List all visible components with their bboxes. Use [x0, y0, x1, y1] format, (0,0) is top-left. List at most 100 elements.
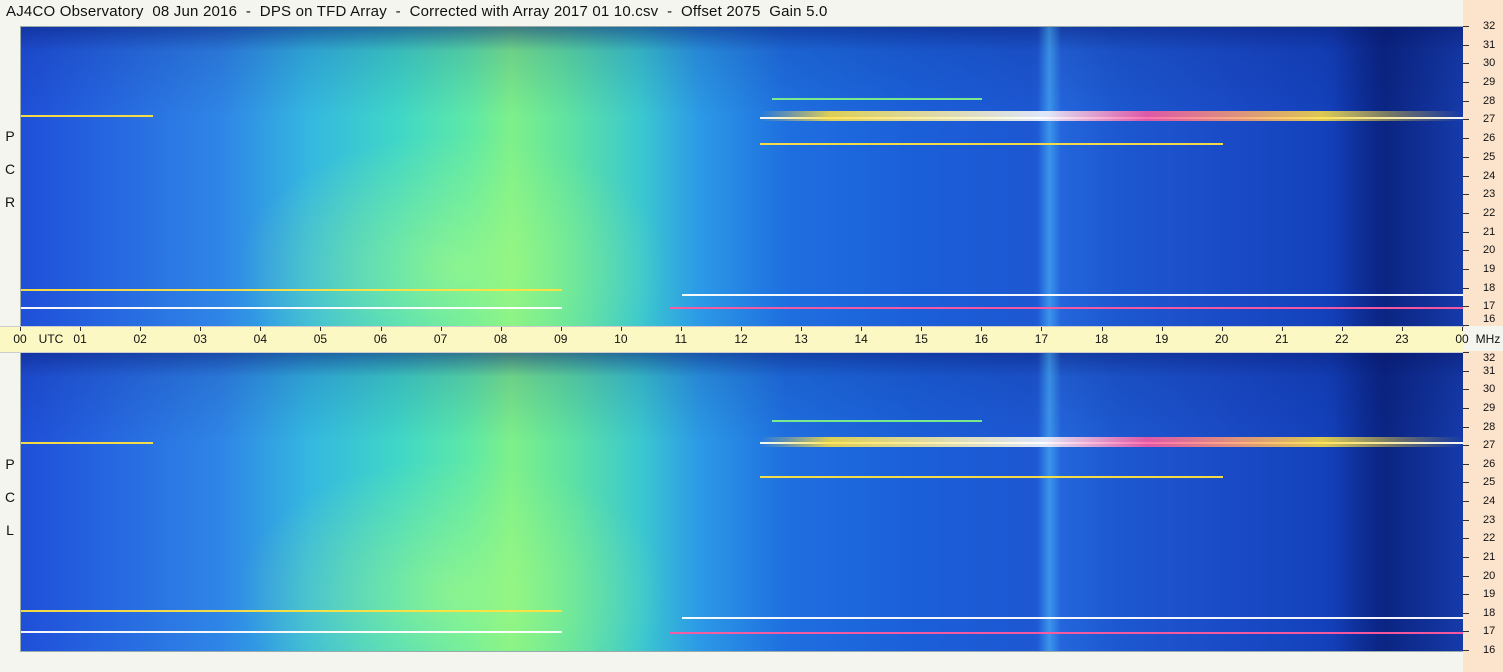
hour-tick — [260, 327, 262, 331]
hour-tick-label: 03 — [193, 332, 207, 346]
freq-tick — [1463, 370, 1469, 372]
freq-tick — [1463, 631, 1469, 633]
rcp-top-shade — [21, 27, 1463, 326]
freq-tick-label: 26 — [1483, 132, 1496, 145]
hour-tick — [1462, 327, 1463, 331]
lcp-spectrogram — [20, 352, 1464, 652]
freq-tick — [1463, 575, 1469, 577]
freq-tick — [1463, 194, 1469, 196]
freq-tick — [1463, 389, 1469, 391]
rcp-letter-r: R — [4, 194, 16, 210]
hour-tick — [200, 327, 202, 331]
hour-tick — [320, 327, 322, 331]
hour-tick — [440, 327, 442, 331]
freq-tick-label: 23 — [1483, 513, 1496, 526]
hour-tick-label: 17 — [1034, 332, 1049, 346]
freq-tick — [1463, 482, 1469, 484]
hour-tick — [981, 327, 983, 331]
hour-tick-label: 23 — [1395, 332, 1409, 346]
hour-tick-label: 11 — [674, 332, 688, 346]
hour-tick-label: 19 — [1154, 332, 1169, 346]
hour-tick — [20, 327, 21, 331]
hour-tick — [620, 327, 622, 331]
burst-streak — [669, 307, 1463, 310]
lcp-interference-column — [1037, 353, 1061, 651]
freq-tick-label: 29 — [1483, 76, 1496, 89]
hour-tick-label: 07 — [433, 332, 448, 346]
hour-tick — [1101, 327, 1103, 331]
freq-tick-label: 20 — [1483, 569, 1496, 582]
hour-tick — [741, 327, 742, 331]
burst-streak — [760, 142, 1223, 145]
freq-tick-label: 17 — [1483, 625, 1496, 638]
hour-tick-label: 15 — [914, 332, 928, 346]
burst-streak — [21, 307, 562, 310]
freq-tick-label: 19 — [1483, 262, 1496, 275]
hour-tick — [80, 327, 82, 331]
hour-tick-label: 00 — [13, 332, 27, 346]
freq-tick — [1463, 231, 1469, 233]
hour-tick-label: 01 — [73, 332, 87, 346]
freq-tick — [1463, 44, 1469, 46]
hour-tick-label: 20 — [1214, 332, 1229, 346]
lcp-letter-c: C — [4, 489, 16, 505]
freq-tick-label: 24 — [1483, 169, 1496, 182]
freq-tick-label: 25 — [1483, 476, 1496, 489]
freq-tick — [1463, 156, 1469, 158]
hour-tick — [680, 327, 682, 331]
freq-tick-label: 29 — [1483, 401, 1496, 414]
rcp-spectrogram — [20, 26, 1464, 327]
hour-tick-label: 14 — [854, 332, 868, 346]
lcp-side-label: P C L — [3, 456, 17, 555]
hour-tick — [500, 327, 502, 331]
freq-tick — [1463, 212, 1469, 214]
hour-tick — [1041, 327, 1043, 331]
hour-tick-label: 18 — [1094, 332, 1109, 346]
rcp-letter-p: P — [5, 128, 15, 144]
rcp-night-shade — [1333, 27, 1463, 326]
hour-tick-label: 02 — [133, 332, 147, 346]
hour-tick — [921, 327, 923, 331]
burst-streak — [772, 420, 983, 423]
freq-tick — [1463, 352, 1469, 353]
hour-tick-label: 00 — [1455, 332, 1469, 346]
rcp-interference-column — [1037, 27, 1061, 326]
burst-streak — [681, 294, 1463, 297]
freq-tick-label: 32 — [1483, 20, 1496, 32]
freq-tick — [1463, 519, 1469, 521]
freq-tick-label: 31 — [1483, 38, 1496, 51]
burst-streak — [760, 475, 1223, 478]
freq-tick — [1463, 612, 1469, 614]
burst-streak — [21, 442, 154, 445]
hour-tick — [1281, 327, 1283, 331]
freq-tick — [1463, 325, 1469, 326]
freq-tick — [1463, 63, 1469, 65]
hour-tick — [380, 327, 382, 331]
rcp-side-label: P C R — [3, 128, 17, 227]
freq-tick — [1463, 268, 1469, 270]
lcp-frequency-axis: 32 31 30 29 28 27 26 25 24 23 22 21 20 19 18 17 16 — [1463, 351, 1503, 672]
freq-tick-label: 28 — [1483, 420, 1496, 433]
freq-tick-label: 25 — [1483, 150, 1496, 163]
hour-tick — [1401, 327, 1403, 331]
freq-tick — [1463, 250, 1469, 252]
freq-tick-label: 24 — [1483, 495, 1496, 507]
lcp-letter-l: L — [6, 522, 14, 538]
emission-band — [760, 436, 1463, 447]
freq-tick-label: 18 — [1483, 281, 1496, 294]
hour-tick-label: 22 — [1335, 332, 1349, 346]
freq-tick-label: 28 — [1483, 94, 1496, 107]
lcp-letter-p: P — [5, 456, 15, 472]
freq-tick-label: 22 — [1483, 206, 1496, 219]
freq-tick — [1463, 100, 1469, 102]
utc-time-axis: 00 UTC 01 02 03 04 05 06 07 08 09 10 11 12 13 14 15 16 17 1… — [0, 326, 1500, 353]
freq-tick — [1463, 119, 1469, 121]
freq-tick — [1463, 445, 1469, 447]
burst-streak — [681, 617, 1463, 620]
time-unit-label: UTC — [38, 332, 64, 346]
freq-tick-label: 20 — [1483, 244, 1496, 257]
hour-tick — [1341, 327, 1343, 331]
burst-streak — [21, 630, 562, 633]
hour-tick-label: 10 — [614, 332, 628, 346]
burst-streak — [21, 114, 154, 117]
